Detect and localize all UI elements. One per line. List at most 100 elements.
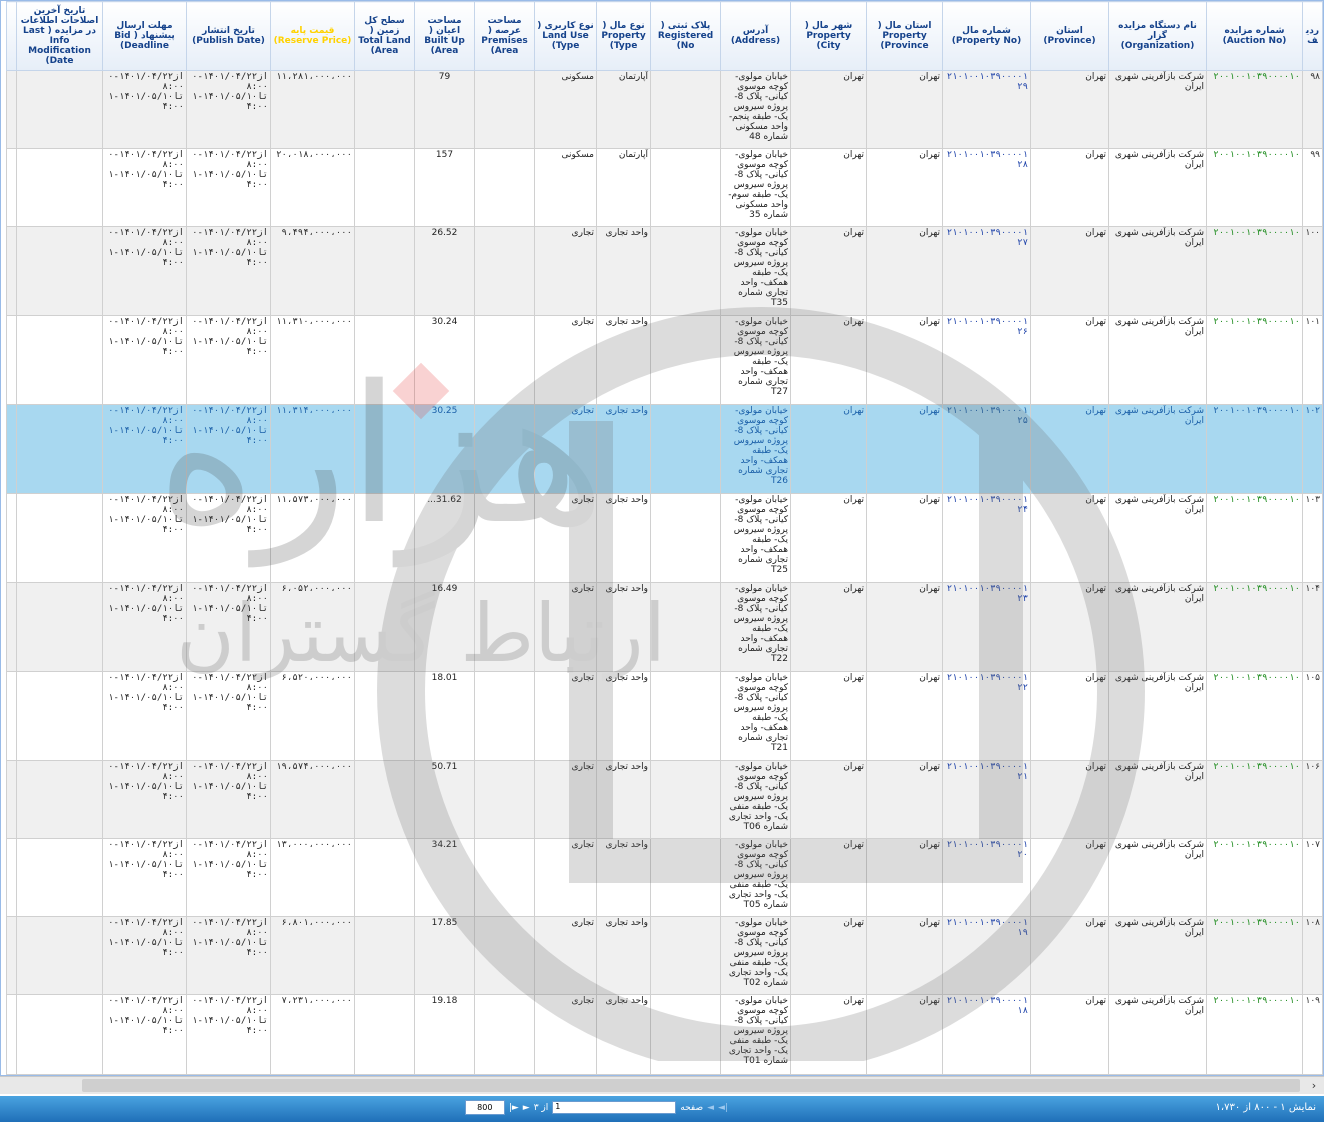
horizontal-scrollbar[interactable]: › [0, 1076, 1324, 1094]
last-page-icon[interactable]: ►| [509, 1103, 519, 1113]
page-number-input[interactable]: 1 [552, 1101, 677, 1114]
table-row[interactable]: ۱۰۵ ۲۰۰۱۰۰۱۰۳۹۰۰۰۰۱۰ شرکت بازآفرینی شهری ا… [6, 671, 1323, 761]
header-row: ردیف شماره مزایده (Auction No) نام دستگاه … [6, 1, 1323, 71]
cell-property-no: ۲۱۰۱۰۰۱۰۳۹۰۰۰۰۱۲۹ [942, 70, 1031, 149]
table-row[interactable]: ۱۰۱ ۲۰۰۱۰۰۱۰۳۹۰۰۰۰۱۰ شرکت بازآفرینی شهری ا… [6, 315, 1323, 405]
first-page-icon[interactable]: |◄ [718, 1103, 728, 1113]
cell-address: خیابان مولوی- کوچه موسوی کیانی- پلاک 8- … [720, 994, 791, 1075]
cell-publish-date: از۱۴۰۱/۰۴/۲۲-۰۸:۰۰ تا۱۴۰۱/۰۵/۱۰-۱۴:۰۰ [186, 315, 271, 405]
next-page-icon[interactable]: ► [523, 1103, 530, 1113]
cell-auction-no: ۲۰۰۱۰۰۱۰۳۹۰۰۰۰۱۰ [1206, 582, 1303, 672]
page-size-select[interactable]: 800 [464, 1100, 505, 1115]
cell-built-up-area: 34.21 [414, 838, 475, 917]
cell-registered-no [650, 671, 721, 761]
auction-grid: ردیف شماره مزایده (Auction No) نام دستگاه … [0, 0, 1324, 1076]
cell-reserve-price: ۱۱،۳۱۰،۰۰۰،۰۰۰ [270, 315, 355, 405]
cell-land-area [354, 916, 415, 995]
table-row[interactable]: ۱۰۲ ۲۰۰۱۰۰۱۰۳۹۰۰۰۰۱۰ شرکت بازآفرینی شهری ا… [6, 404, 1323, 494]
cell-land-area [354, 671, 415, 761]
cell-land-use: تجاری [534, 582, 597, 672]
cell-organization: شرکت بازآفرینی شهری ایران [1108, 994, 1207, 1075]
cell-land-use: تجاری [534, 671, 597, 761]
scroll-right-icon[interactable]: › [1306, 1078, 1322, 1093]
cell-deadline: از۱۴۰۱/۰۴/۲۲-۰۸:۰۰ تا۱۴۰۱/۰۵/۱۰-۱۴:۰۰ [102, 404, 187, 494]
cell-publish-date: از۱۴۰۱/۰۴/۲۲-۰۸:۰۰ تا۱۴۰۱/۰۵/۱۰-۱۴:۰۰ [186, 226, 271, 316]
cell-province: تهران [1030, 838, 1109, 917]
table-row[interactable]: ۱۰۳ ۲۰۰۱۰۰۱۰۳۹۰۰۰۰۱۰ شرکت بازآفرینی شهری ا… [6, 493, 1323, 583]
table-row[interactable]: ۹۸ ۲۰۰۱۰۰۱۰۳۹۰۰۰۰۱۰ شرکت بازآفرینی شهری ای… [6, 70, 1323, 149]
cell-property-city: تهران [790, 671, 867, 761]
column-header-province[interactable]: استان (Province) [1030, 1, 1109, 71]
cell-publish-date: از۱۴۰۱/۰۴/۲۲-۰۸:۰۰ تا۱۴۰۱/۰۵/۱۰-۱۴:۰۰ [186, 760, 271, 839]
cell-property-city: تهران [790, 404, 867, 494]
cell-land-area [354, 226, 415, 316]
column-header-built-up-area[interactable]: مساحت اعیان ( Built Up Area) [414, 1, 475, 71]
cell-property-province: تهران [866, 493, 943, 583]
column-header-address[interactable]: آدرس (Address) [720, 1, 791, 71]
cell-property-no: ۲۱۰۱۰۰۱۰۳۹۰۰۰۰۱۲۲ [942, 671, 1031, 761]
cell-publish-date: از۱۴۰۱/۰۴/۲۲-۰۸:۰۰ تا۱۴۰۱/۰۵/۱۰-۱۴:۰۰ [186, 70, 271, 149]
cell-premises-area [474, 994, 535, 1075]
cell-reserve-price: ۶،۰۵۲،۰۰۰،۰۰۰ [270, 582, 355, 672]
cell-property-city: تهران [790, 994, 867, 1075]
table-row[interactable]: ۱۰۴ ۲۰۰۱۰۰۱۰۳۹۰۰۰۰۱۰ شرکت بازآفرینی شهری ا… [6, 582, 1323, 672]
cell-land-area [354, 315, 415, 405]
column-header-rn[interactable]: ردیف [1302, 1, 1323, 71]
cell-address: خیابان مولوی- کوچه موسوی کیانی- پلاک 8- … [720, 671, 791, 761]
column-header-land-area[interactable]: سطح کل زمین ( Total Land Area) [354, 1, 415, 71]
column-header-organization[interactable]: نام دستگاه مزایده گزار (Organization) [1108, 1, 1207, 71]
column-header-deadline[interactable]: مهلت ارسال پیشنهاد ( Bid Deadline) [102, 1, 187, 71]
cell-property-type: واحد تجاری [596, 671, 651, 761]
cell-reserve-price: ۱۱،۲۸۱،۰۰۰،۰۰۰ [270, 70, 355, 149]
column-header-property-province[interactable]: استان مال ( Property Province) [866, 1, 943, 71]
cell-province: تهران [1030, 148, 1109, 227]
cell-deadline: از۱۴۰۱/۰۴/۲۲-۰۸:۰۰ تا۱۴۰۱/۰۵/۱۰-۱۴:۰۰ [102, 916, 187, 995]
scrollbar-thumb[interactable] [82, 1079, 1300, 1092]
cell-rn: ۹۹ [1302, 148, 1323, 227]
column-header-property-type[interactable]: نوع مال ( Property Type) [596, 1, 651, 71]
cell-property-city: تهران [790, 916, 867, 995]
cell-publish-date: از۱۴۰۱/۰۴/۲۲-۰۸:۰۰ تا۱۴۰۱/۰۵/۱۰-۱۴:۰۰ [186, 148, 271, 227]
pagination-bar: نمایش ۱ - ۸۰۰ از ۱،۷۳۰ |◄ ◄ صفحه 1 از ۳ … [0, 1096, 1324, 1122]
cell-registered-no [650, 70, 721, 149]
cell-extra [6, 760, 17, 839]
column-header-extra[interactable] [6, 1, 17, 71]
cell-built-up-area: 50.71 [414, 760, 475, 839]
cell-property-no: ۲۱۰۱۰۰۱۰۳۹۰۰۰۰۱۱۸ [942, 994, 1031, 1075]
cell-address: خیابان مولوی- کوچه موسوی کیانی- پلاک 8- … [720, 582, 791, 672]
cell-address: خیابان مولوی- کوچه موسوی کیانی- پلاک 8- … [720, 404, 791, 494]
prev-page-icon[interactable]: ◄ [707, 1103, 714, 1113]
cell-rn: ۱۰۶ [1302, 760, 1323, 839]
table-row[interactable]: ۱۰۹ ۲۰۰۱۰۰۱۰۳۹۰۰۰۰۱۰ شرکت بازآفرینی شهری ا… [6, 994, 1323, 1075]
cell-property-city: تهران [790, 493, 867, 583]
table-row[interactable]: ۱۰۰ ۲۰۰۱۰۰۱۰۳۹۰۰۰۰۱۰ شرکت بازآفرینی شهری ا… [6, 226, 1323, 316]
cell-organization: شرکت بازآفرینی شهری ایران [1108, 226, 1207, 316]
column-header-last-mod[interactable]: تاریخ آخرین اصلاحات اطلاعات در مزایده ( … [16, 1, 103, 71]
cell-built-up-area: 16.49 [414, 582, 475, 672]
column-header-property-no[interactable]: شماره مال (Property No) [942, 1, 1031, 71]
table-row[interactable]: ۱۰۶ ۲۰۰۱۰۰۱۰۳۹۰۰۰۰۱۰ شرکت بازآفرینی شهری ا… [6, 760, 1323, 839]
column-header-premises-area[interactable]: مساحت عرصه ( Premises Area) [474, 1, 535, 71]
column-header-auction-no[interactable]: شماره مزایده (Auction No) [1206, 1, 1303, 71]
cell-province: تهران [1030, 226, 1109, 316]
cell-organization: شرکت بازآفرینی شهری ایران [1108, 671, 1207, 761]
column-header-reserve-price[interactable]: قیمت پایه (Reserve Price) [270, 1, 355, 71]
cell-built-up-area: 157 [414, 148, 475, 227]
table-row[interactable]: ۹۹ ۲۰۰۱۰۰۱۰۳۹۰۰۰۰۱۰ شرکت بازآفرینی شهری ای… [6, 148, 1323, 227]
column-header-publish-date[interactable]: تاریخ انتشار (Publish Date) [186, 1, 271, 71]
cell-last-mod [16, 404, 103, 494]
table-row[interactable]: ۱۰۷ ۲۰۰۱۰۰۱۰۳۹۰۰۰۰۱۰ شرکت بازآفرینی شهری ا… [6, 838, 1323, 917]
column-header-land-use[interactable]: نوع کاربری ( Land Use Type) [534, 1, 597, 71]
cell-property-province: تهران [866, 148, 943, 227]
cell-rn: ۱۰۵ [1302, 671, 1323, 761]
cell-property-type: واحد تجاری [596, 916, 651, 995]
page-label: صفحه [680, 1102, 704, 1113]
cell-publish-date: از۱۴۰۱/۰۴/۲۲-۰۸:۰۰ تا۱۴۰۱/۰۵/۱۰-۱۴:۰۰ [186, 916, 271, 995]
cell-organization: شرکت بازآفرینی شهری ایران [1108, 70, 1207, 149]
cell-organization: شرکت بازآفرینی شهری ایران [1108, 148, 1207, 227]
column-header-property-city[interactable]: شهر مال ( Property City) [790, 1, 867, 71]
cell-property-province: تهران [866, 582, 943, 672]
cell-province: تهران [1030, 582, 1109, 672]
column-header-registered-no[interactable]: پلاک ثبتی ( Registered No) [650, 1, 721, 71]
table-row[interactable]: ۱۰۸ ۲۰۰۱۰۰۱۰۳۹۰۰۰۰۱۰ شرکت بازآفرینی شهری ا… [6, 916, 1323, 995]
